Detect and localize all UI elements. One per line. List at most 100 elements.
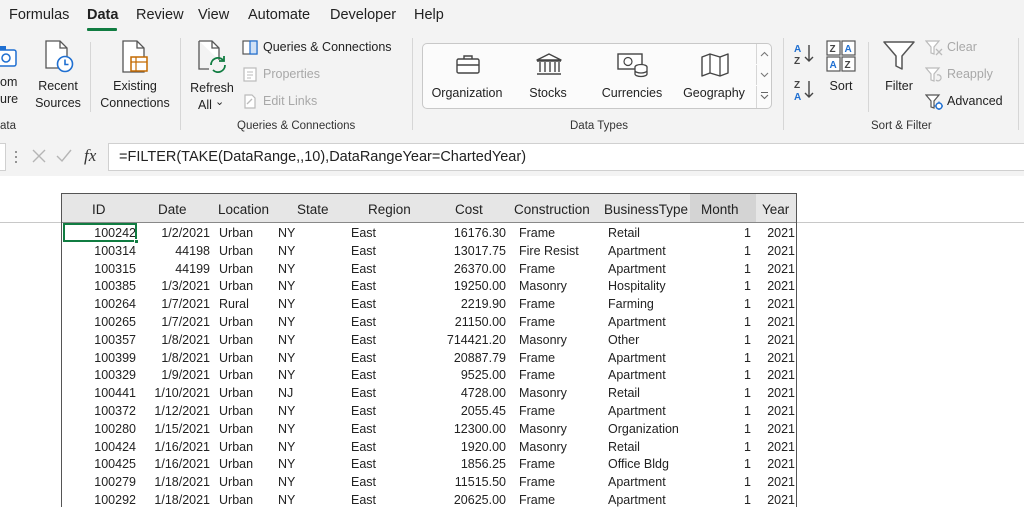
cell-year[interactable]: 2021 xyxy=(767,402,795,420)
cell-cost[interactable]: 19250.00 xyxy=(454,277,506,295)
cell-date[interactable]: 1/18/2021 xyxy=(154,473,210,491)
cell-region[interactable]: East xyxy=(351,491,376,507)
cell-business-type[interactable]: Retail xyxy=(608,224,640,242)
cell-location[interactable]: Urban xyxy=(219,242,253,260)
sort-z-to-a-button[interactable]: Z A xyxy=(790,78,816,102)
cell-year[interactable]: 2021 xyxy=(767,224,795,242)
cell-region[interactable]: East xyxy=(351,313,376,331)
formula-input[interactable]: =FILTER(TAKE(DataRange,,10),DataRangeYea… xyxy=(108,143,1024,171)
cell-month[interactable]: 1 xyxy=(744,455,751,473)
cell-month[interactable]: 1 xyxy=(744,402,751,420)
queries-connections-button[interactable]: Queries & Connections xyxy=(242,39,402,57)
cell-construction[interactable]: Masonry xyxy=(519,420,567,438)
cell-cost[interactable]: 11515.50 xyxy=(455,473,506,491)
cell-cost[interactable]: 2219.90 xyxy=(461,295,506,313)
cell-business-type[interactable]: Apartment xyxy=(608,473,666,491)
cell-month[interactable]: 1 xyxy=(744,491,751,507)
cell-business-type[interactable]: Apartment xyxy=(608,313,666,331)
cell-state[interactable]: NY xyxy=(278,420,295,438)
tab-help[interactable]: Help xyxy=(414,7,444,23)
cell-id[interactable]: 100385 xyxy=(94,277,136,295)
cell-id[interactable]: 100425 xyxy=(94,455,136,473)
cell-business-type[interactable]: Apartment xyxy=(608,349,666,367)
header-region[interactable]: Region xyxy=(368,202,411,217)
cell-id[interactable]: 100315 xyxy=(94,260,136,278)
edit-links-button[interactable]: Edit Links xyxy=(242,93,342,111)
cell-date[interactable]: 1/8/2021 xyxy=(161,331,210,349)
cell-construction[interactable]: Frame xyxy=(519,402,555,420)
cell-region[interactable]: East xyxy=(351,473,376,491)
cell-cost[interactable]: 12300.00 xyxy=(454,420,506,438)
cell-id[interactable]: 100279 xyxy=(94,473,136,491)
cell-construction[interactable]: Frame xyxy=(519,224,555,242)
cell-location[interactable]: Urban xyxy=(219,366,253,384)
cell-month[interactable]: 1 xyxy=(744,349,751,367)
data-type-organization[interactable]: Organization xyxy=(429,46,505,106)
cell-location[interactable]: Urban xyxy=(219,402,253,420)
advanced-filter-button[interactable]: Advanced xyxy=(925,93,1010,111)
cell-state[interactable]: NJ xyxy=(278,384,293,402)
existing-connections-button[interactable]: Existing Connections xyxy=(96,36,174,116)
fill-handle[interactable] xyxy=(134,239,139,244)
cell-location[interactable]: Urban xyxy=(219,455,253,473)
header-date[interactable]: Date xyxy=(158,202,187,217)
cell-region[interactable]: East xyxy=(351,260,376,278)
cell-month[interactable]: 1 xyxy=(744,384,751,402)
cell-state[interactable]: NY xyxy=(278,366,295,384)
cell-construction[interactable]: Masonry xyxy=(519,331,567,349)
cell-state[interactable]: NY xyxy=(278,313,295,331)
sort-a-to-z-button[interactable]: A Z xyxy=(790,42,816,66)
cell-date[interactable]: 1/16/2021 xyxy=(154,438,210,456)
cell-location[interactable]: Urban xyxy=(219,349,253,367)
cell-year[interactable]: 2021 xyxy=(767,491,795,507)
cell-date[interactable]: 1/8/2021 xyxy=(161,349,210,367)
cell-state[interactable]: NY xyxy=(278,455,295,473)
cell-month[interactable]: 1 xyxy=(744,242,751,260)
cell-id[interactable]: 100280 xyxy=(94,420,136,438)
data-type-stocks[interactable]: Stocks xyxy=(513,46,583,106)
cell-cost[interactable]: 26370.00 xyxy=(454,260,506,278)
cell-year[interactable]: 2021 xyxy=(767,260,795,278)
cell-region[interactable]: East xyxy=(351,277,376,295)
cell-date[interactable]: 1/15/2021 xyxy=(154,420,210,438)
tab-view[interactable]: View xyxy=(198,7,229,23)
reapply-button[interactable]: Reapply xyxy=(925,66,1005,84)
cell-construction[interactable]: Fire Resist xyxy=(519,242,579,260)
cell-year[interactable]: 2021 xyxy=(767,473,795,491)
cell-year[interactable]: 2021 xyxy=(767,438,795,456)
cell-year[interactable]: 2021 xyxy=(767,455,795,473)
cell-state[interactable]: NY xyxy=(278,242,295,260)
header-business-type[interactable]: BusinessType xyxy=(604,202,688,217)
cell-date[interactable]: 1/7/2021 xyxy=(161,295,210,313)
tab-formulas[interactable]: Formulas xyxy=(9,7,69,23)
cell-cost[interactable]: 4728.00 xyxy=(461,384,506,402)
cell-year[interactable]: 2021 xyxy=(767,313,795,331)
cell-month[interactable]: 1 xyxy=(744,260,751,278)
cell-date[interactable]: 1/18/2021 xyxy=(154,491,210,507)
cell-state[interactable]: NY xyxy=(278,295,295,313)
cell-id[interactable]: 100265 xyxy=(94,313,136,331)
cell-location[interactable]: Urban xyxy=(219,438,253,456)
cell-month[interactable]: 1 xyxy=(744,420,751,438)
cell-location[interactable]: Urban xyxy=(219,420,253,438)
cell-cost[interactable]: 16176.30 xyxy=(454,224,506,242)
cell-business-type[interactable]: Apartment xyxy=(608,242,666,260)
cell-year[interactable]: 2021 xyxy=(767,242,795,260)
cell-month[interactable]: 1 xyxy=(744,295,751,313)
cell-year[interactable]: 2021 xyxy=(767,366,795,384)
cell-construction[interactable]: Frame xyxy=(519,295,555,313)
cell-state[interactable]: NY xyxy=(278,224,295,242)
cell-location[interactable]: Urban xyxy=(219,224,253,242)
tab-review[interactable]: Review xyxy=(136,7,184,23)
refresh-all-button[interactable]: Refresh All ⌄ xyxy=(186,36,238,116)
header-cost[interactable]: Cost xyxy=(455,202,483,217)
cell-region[interactable]: East xyxy=(351,420,376,438)
cell-construction[interactable]: Frame xyxy=(519,455,555,473)
cell-id[interactable]: 100264 xyxy=(94,295,136,313)
cell-location[interactable]: Urban xyxy=(219,491,253,507)
cell-location[interactable]: Urban xyxy=(219,260,253,278)
cell-state[interactable]: NY xyxy=(278,331,295,349)
cell-region[interactable]: East xyxy=(351,331,376,349)
cell-location[interactable]: Urban xyxy=(219,313,253,331)
cell-business-type[interactable]: Apartment xyxy=(608,491,666,507)
